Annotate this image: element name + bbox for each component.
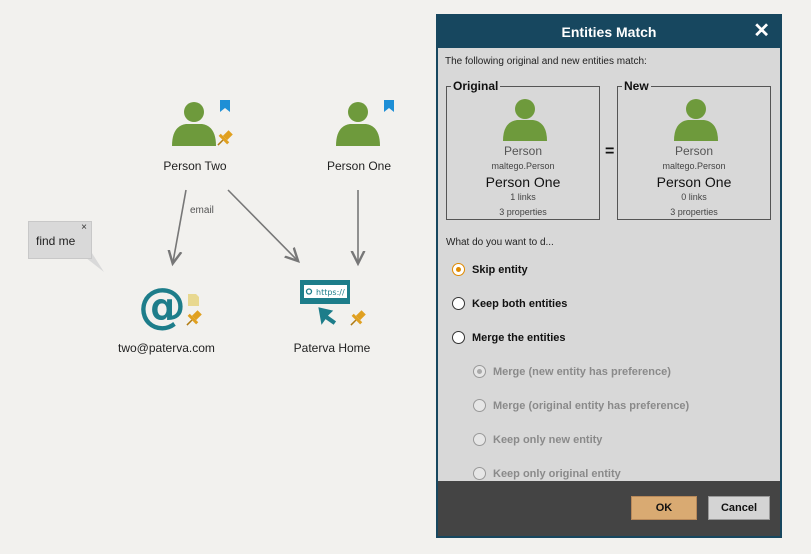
url-text: https:// bbox=[316, 288, 345, 297]
entity-name: Person One bbox=[485, 174, 561, 190]
node-label: Paterva Home bbox=[293, 341, 371, 355]
radio-button[interactable] bbox=[452, 297, 465, 310]
panel-legend: New bbox=[622, 79, 651, 93]
radio-button[interactable] bbox=[473, 365, 486, 378]
bookmark-icon bbox=[384, 100, 394, 112]
original-entity-panel: Original Person maltego.Person Person On… bbox=[446, 79, 600, 220]
option-label[interactable]: Merge (original entity has preference) bbox=[493, 400, 689, 412]
suboption-merge-original-preference[interactable]: Merge (original entity has preference) bbox=[473, 399, 689, 412]
cursor-icon bbox=[318, 307, 337, 325]
option-label[interactable]: Skip entity bbox=[472, 264, 528, 276]
edge-label: email bbox=[190, 205, 214, 216]
pin-icon bbox=[217, 130, 233, 146]
note-callout[interactable]: find me × bbox=[28, 221, 92, 259]
note-close-icon[interactable]: × bbox=[81, 223, 87, 233]
person-icon bbox=[336, 100, 394, 146]
question-text: What do you want to d... bbox=[446, 237, 554, 248]
graph-edges bbox=[0, 189, 440, 554]
option-label[interactable]: Merge (new entity has preference) bbox=[493, 366, 671, 378]
radio-button[interactable] bbox=[452, 331, 465, 344]
person-icon bbox=[172, 100, 233, 146]
close-icon[interactable]: ✕ bbox=[753, 21, 770, 41]
person-icon bbox=[503, 99, 547, 141]
edge-person-two-website bbox=[227, 189, 297, 260]
entities-match-dialog: Entities Match ✕ The following original … bbox=[436, 14, 782, 538]
option-merge[interactable]: Merge the entities bbox=[452, 331, 566, 344]
option-label[interactable]: Keep only original entity bbox=[493, 468, 621, 480]
entity-links: 0 links bbox=[681, 192, 707, 202]
website-icon: https:// bbox=[300, 280, 366, 326]
entity-properties: 3 properties bbox=[670, 207, 718, 217]
suboption-keep-original[interactable]: Keep only original entity bbox=[473, 467, 621, 480]
entity-properties: 3 properties bbox=[499, 207, 547, 217]
dialog-footer: OK Cancel bbox=[438, 481, 780, 536]
svg-text:@: @ bbox=[138, 278, 186, 332]
node-email[interactable]: @ two@paterva.com bbox=[118, 278, 215, 355]
note-text[interactable]: find me bbox=[36, 234, 75, 248]
entity-type: Person bbox=[503, 144, 543, 158]
radio-button[interactable] bbox=[473, 467, 486, 480]
dialog-title: Entities Match bbox=[561, 24, 657, 40]
option-label[interactable]: Keep both entities bbox=[472, 298, 567, 310]
dialog-titlebar: Entities Match ✕ bbox=[438, 16, 780, 48]
cancel-button[interactable]: Cancel bbox=[708, 496, 770, 520]
entity-type-id: maltego.Person bbox=[491, 161, 555, 171]
node-label: two@paterva.com bbox=[118, 341, 215, 355]
entity-links: 1 links bbox=[510, 192, 536, 202]
panel-legend: Original bbox=[451, 79, 501, 93]
option-keep-both[interactable]: Keep both entities bbox=[452, 297, 567, 310]
equals-sign: = bbox=[605, 143, 615, 160]
entity-type: Person bbox=[674, 144, 714, 158]
node-label: Person Two bbox=[163, 159, 227, 173]
dialog-intro: The following original and new entities … bbox=[445, 56, 647, 67]
radio-button[interactable] bbox=[452, 263, 465, 276]
option-skip-entity[interactable]: Skip entity bbox=[452, 263, 528, 276]
new-entity-panel: New Person maltego.Person Person One 0 l… bbox=[617, 79, 771, 220]
edge-person-two-email bbox=[173, 189, 187, 262]
node-label: Person One bbox=[326, 159, 392, 173]
option-label[interactable]: Merge the entities bbox=[472, 332, 566, 344]
pin-icon bbox=[350, 310, 366, 326]
document-icon bbox=[188, 294, 199, 306]
ok-button[interactable]: OK bbox=[631, 496, 697, 520]
suboption-merge-new-preference[interactable]: Merge (new entity has preference) bbox=[473, 365, 671, 378]
radio-button[interactable] bbox=[473, 399, 486, 412]
entity-type-id: maltego.Person bbox=[662, 161, 726, 171]
node-person-two[interactable]: Person Two bbox=[150, 98, 240, 173]
person-icon bbox=[674, 99, 718, 141]
radio-button[interactable] bbox=[473, 433, 486, 446]
option-label[interactable]: Keep only new entity bbox=[493, 434, 602, 446]
suboption-keep-new[interactable]: Keep only new entity bbox=[473, 433, 602, 446]
bookmark-icon bbox=[220, 100, 230, 112]
graph-canvas[interactable]: email Person Two Person One @ two@paterv… bbox=[0, 0, 440, 554]
node-website[interactable]: https:// Paterva Home bbox=[282, 278, 382, 355]
email-at-icon: @ bbox=[138, 278, 202, 334]
node-person-one[interactable]: Person One bbox=[314, 98, 404, 173]
entity-name: Person One bbox=[656, 174, 732, 190]
